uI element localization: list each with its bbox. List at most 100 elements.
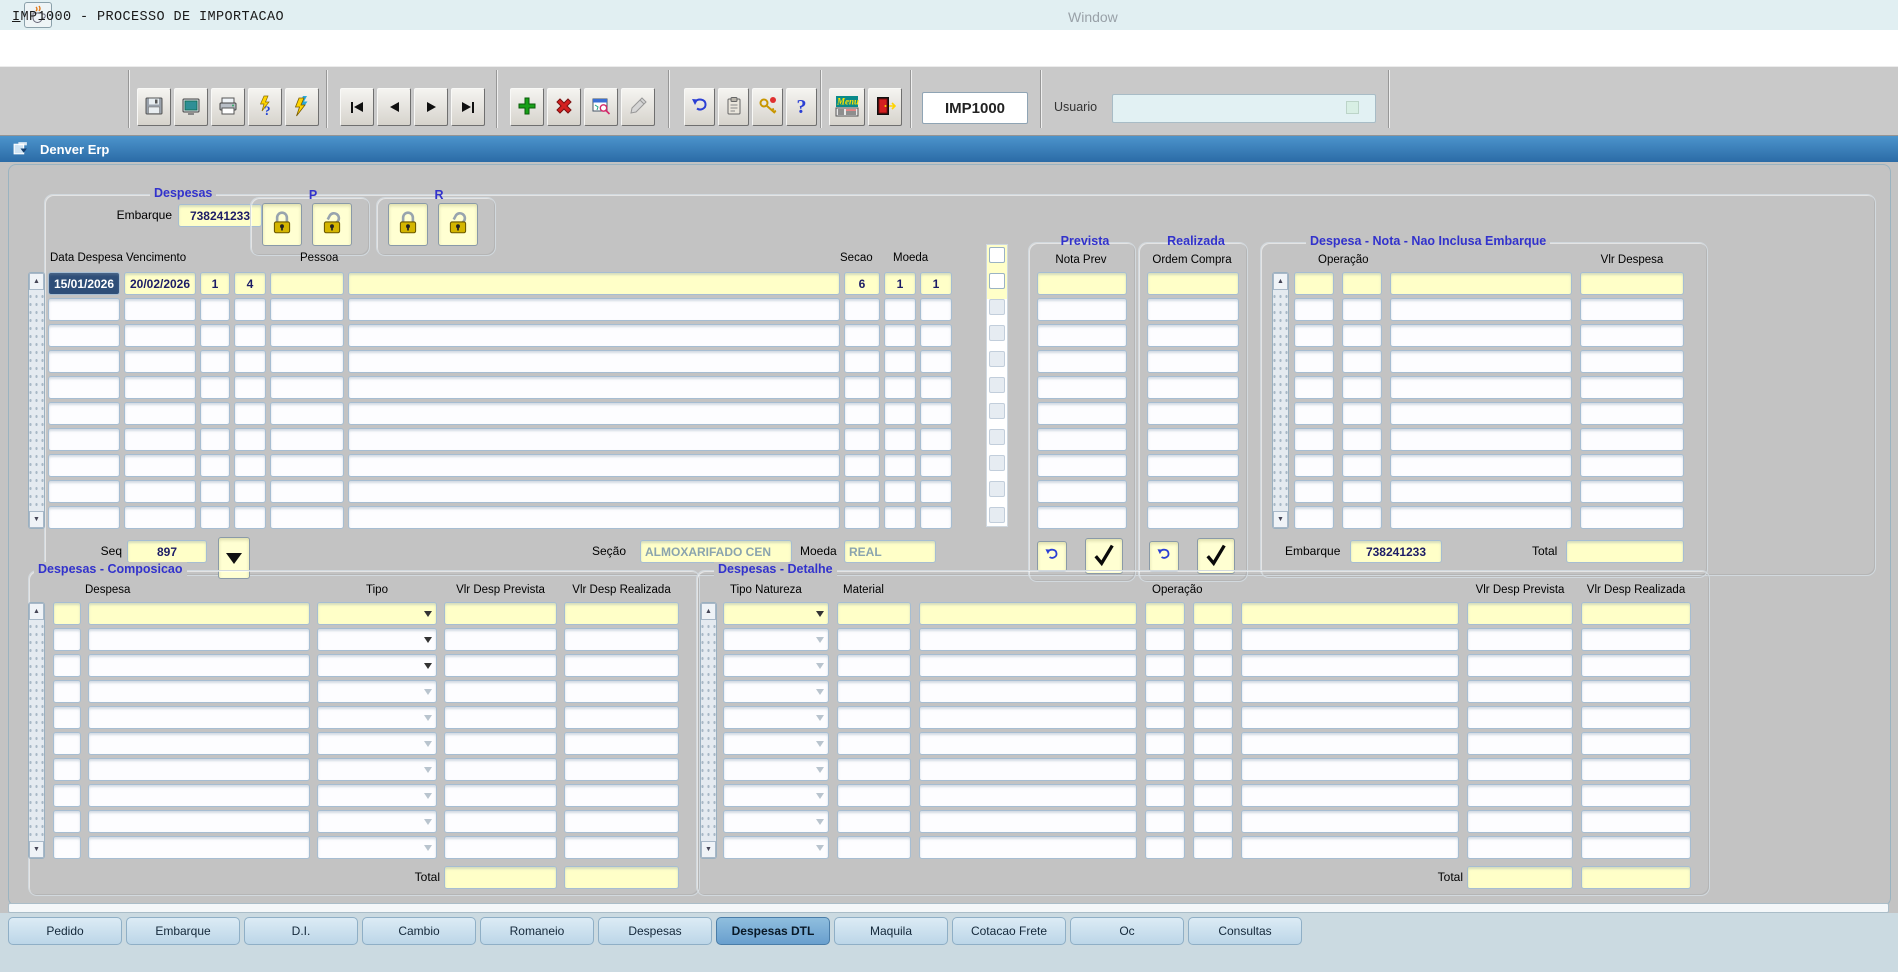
operacao-codigo-field[interactable] [1193, 602, 1233, 625]
nota-prev-field[interactable] [1037, 506, 1127, 529]
r-lock-open-button[interactable] [438, 203, 478, 246]
vlr-despesa-field[interactable] [1580, 324, 1684, 347]
despesa-codigo-field[interactable] [53, 706, 81, 729]
moeda-field[interactable] [884, 298, 916, 321]
material-descricao-field[interactable] [919, 706, 1137, 729]
moeda-field[interactable] [884, 480, 916, 503]
pessoa-seq-field[interactable] [234, 324, 266, 347]
ordem-compra-row[interactable] [1147, 376, 1239, 399]
despesa-descricao-field[interactable] [88, 758, 310, 781]
pessoa-seq-field[interactable] [234, 350, 266, 373]
despesas-row-empty[interactable] [48, 402, 952, 425]
operacao-codigo-field[interactable] [1342, 298, 1382, 321]
tab-embarque[interactable]: Embarque [126, 917, 240, 945]
secao-field[interactable] [844, 402, 880, 425]
vlr-realizada-field[interactable] [1581, 706, 1691, 729]
despesas-row-current[interactable]: 15/01/2026 20/02/2026 1 4 6 1 1 [48, 272, 952, 295]
pessoa-tipo-field[interactable] [200, 376, 230, 399]
pessoa-nome-field[interactable] [348, 350, 840, 373]
operacao-descricao-field[interactable] [1390, 454, 1572, 477]
vlr-prevista-field[interactable] [444, 758, 557, 781]
nota-prev-row[interactable] [1037, 428, 1127, 451]
operacao-tipo-field[interactable] [1294, 480, 1334, 503]
vlr-realizada-field[interactable] [1581, 602, 1691, 625]
nota-row[interactable] [1294, 272, 1684, 295]
edit-button[interactable] [621, 88, 655, 126]
query-lov-button[interactable] [584, 88, 618, 126]
vlr-despesa-field[interactable] [1580, 298, 1684, 321]
vlr-realizada-field[interactable] [1581, 732, 1691, 755]
nota-prev-field[interactable] [1037, 454, 1127, 477]
pessoa-codigo-field[interactable] [270, 324, 344, 347]
data-despesa-field[interactable] [48, 428, 120, 451]
detalhe-row[interactable] [723, 680, 1691, 703]
despesas-row-empty[interactable] [48, 376, 952, 399]
nota-prev-field[interactable] [1037, 376, 1127, 399]
scroll-up-icon[interactable]: ▲ [29, 273, 44, 290]
moeda2-field[interactable] [920, 298, 952, 321]
detalhe-row[interactable] [723, 654, 1691, 677]
operacao-descricao-field[interactable] [1241, 602, 1459, 625]
pessoa-seq-field[interactable] [234, 480, 266, 503]
p-lock-closed-button[interactable] [262, 203, 302, 246]
row-checkbox[interactable] [989, 481, 1005, 497]
operacao-descricao-field[interactable] [1390, 350, 1572, 373]
pessoa-tipo-field[interactable] [200, 480, 230, 503]
despesa-codigo-field[interactable] [53, 602, 81, 625]
pessoa-tipo-field[interactable]: 1 [200, 272, 230, 295]
tab-cotacao-frete[interactable]: Cotacao Frete [952, 917, 1066, 945]
scroll-up-icon[interactable]: ▲ [701, 603, 716, 620]
pessoa-nome-field[interactable] [348, 402, 840, 425]
material-codigo-field[interactable] [837, 680, 911, 703]
nota-row[interactable] [1294, 454, 1684, 477]
enter-query-button[interactable]: ? [248, 88, 282, 126]
pessoa-codigo-field[interactable] [270, 272, 344, 295]
pessoa-codigo-field[interactable] [270, 298, 344, 321]
moeda-field[interactable] [884, 428, 916, 451]
material-codigo-field[interactable] [837, 758, 911, 781]
despesa-codigo-field[interactable] [53, 758, 81, 781]
material-codigo-field[interactable] [837, 628, 911, 651]
despesas-row-empty[interactable] [48, 324, 952, 347]
tab-consultas[interactable]: Consultas [1188, 917, 1302, 945]
tipo-natureza-select[interactable] [723, 680, 829, 703]
pessoa-seq-field[interactable] [234, 428, 266, 451]
pessoa-nome-field[interactable] [348, 324, 840, 347]
ordem-compra-field[interactable] [1147, 376, 1239, 399]
row-checkbox[interactable] [989, 507, 1005, 523]
vlr-realizada-field[interactable] [564, 706, 679, 729]
scroll-track[interactable] [29, 620, 44, 841]
pessoa-codigo-field[interactable] [270, 376, 344, 399]
operacao-codigo-field[interactable] [1193, 836, 1233, 859]
material-codigo-field[interactable] [837, 784, 911, 807]
operacao-descricao-field[interactable] [1241, 628, 1459, 651]
pessoa-seq-field[interactable]: 4 [234, 272, 266, 295]
operacao-tipo-field[interactable] [1294, 402, 1334, 425]
ordem-compra-field[interactable] [1147, 272, 1239, 295]
moeda2-field[interactable] [920, 376, 952, 399]
tipo-natureza-select[interactable] [723, 654, 829, 677]
composicao-row[interactable] [53, 654, 679, 677]
vlr-realizada-field[interactable] [1581, 836, 1691, 859]
moeda-field[interactable] [884, 454, 916, 477]
delete-record-button[interactable] [547, 88, 581, 126]
despesa-codigo-field[interactable] [53, 836, 81, 859]
tipo-select[interactable] [317, 628, 437, 651]
scroll-up-icon[interactable]: ▲ [29, 603, 44, 620]
keys-button[interactable] [752, 88, 783, 126]
ordem-compra-field[interactable] [1147, 350, 1239, 373]
material-descricao-field[interactable] [919, 758, 1137, 781]
pessoa-nome-field[interactable] [348, 376, 840, 399]
operacao-codigo-field[interactable] [1193, 758, 1233, 781]
pessoa-codigo-field[interactable] [270, 506, 344, 529]
nota-prev-field[interactable] [1037, 402, 1127, 425]
secao-field[interactable] [844, 428, 880, 451]
nota-row[interactable] [1294, 350, 1684, 373]
operacao-codigo-field[interactable] [1342, 480, 1382, 503]
tipo-natureza-select[interactable] [723, 602, 829, 625]
moeda2-field[interactable] [920, 428, 952, 451]
moeda2-field[interactable] [920, 506, 952, 529]
detalhe-row[interactable] [723, 628, 1691, 651]
vlr-despesa-field[interactable] [1580, 272, 1684, 295]
operacao-tipo-field[interactable] [1145, 654, 1185, 677]
